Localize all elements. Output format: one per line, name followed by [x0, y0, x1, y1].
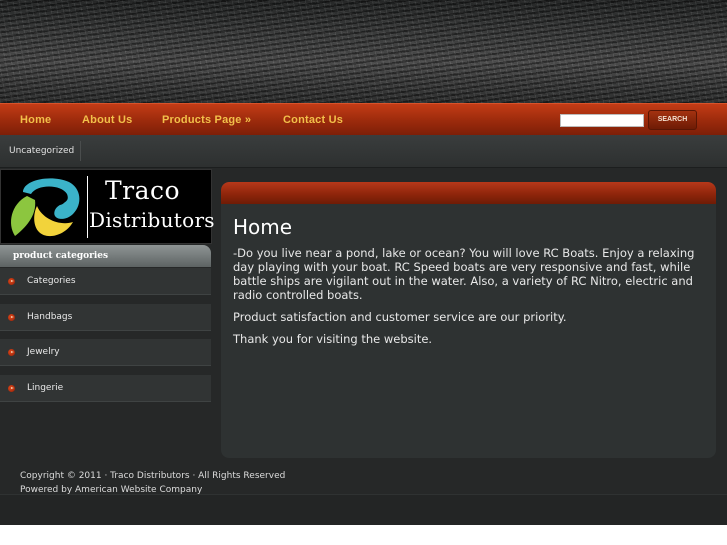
content-paragraph: -Do you live near a pond, lake or ocean?…	[233, 246, 695, 302]
nav-contact-link[interactable]: Contact Us	[283, 104, 343, 136]
nav-about-link[interactable]: About Us	[82, 104, 132, 136]
sidebar-item-categories[interactable]: Categories	[0, 268, 211, 295]
arrow-bullet-icon	[8, 278, 15, 285]
content-body: -Do you live near a pond, lake or ocean?…	[233, 246, 705, 354]
sidebar-heading: product categories	[0, 245, 211, 267]
footer: Copyright © 2011 · Traco Distributors · …	[20, 469, 285, 497]
logo-subtitle: Distributors	[89, 208, 215, 232]
logo-divider	[87, 176, 88, 238]
sidebar-item-label: Lingerie	[27, 382, 64, 393]
arrow-bullet-icon	[8, 313, 15, 321]
site-logo[interactable]: Traco Distributors	[0, 169, 215, 244]
page-title: Home	[233, 215, 293, 239]
sidebar-item-label: Categories	[27, 276, 76, 286]
nav-products-link[interactable]: Products Page »	[162, 104, 251, 136]
content-panel: Home -Do you live near a pond, lake or o…	[221, 182, 716, 458]
sidebar-item-jewelry[interactable]: Jewelry	[0, 339, 211, 366]
sidebar-item-handbags[interactable]: Handbags	[0, 303, 211, 331]
arrow-bullet-icon	[8, 384, 15, 392]
nav-home-link[interactable]: Home	[20, 104, 51, 136]
sidebar-category-list: Categories Handbags Jewelry Lingerie	[0, 268, 211, 410]
content-paragraph: Product satisfaction and customer servic…	[233, 310, 567, 324]
sidebar-item-label: Jewelry	[27, 347, 60, 357]
content-paragraph: Thank you for visiting the website.	[233, 332, 433, 346]
leaf-logo-icon	[11, 178, 80, 237]
main-nav: Home About Us Products Page » Contact Us…	[0, 103, 727, 135]
logo-title: Traco	[105, 176, 181, 205]
content-header-bar	[221, 182, 716, 204]
subnav-uncategorized-link[interactable]: Uncategorized	[0, 141, 82, 161]
sidebar-item-lingerie[interactable]: Lingerie	[0, 374, 211, 402]
arrow-bullet-icon	[8, 349, 15, 356]
sub-nav: Uncategorized	[0, 135, 727, 168]
sidebar-item-label: Handbags	[27, 311, 73, 322]
page: Home About Us Products Page » Contact Us…	[0, 0, 727, 525]
header-banner	[0, 0, 727, 103]
search-input[interactable]	[560, 114, 644, 127]
search-button[interactable]: SEARCH	[648, 110, 697, 130]
footer-copyright: Copyright © 2011 · Traco Distributors · …	[20, 471, 286, 481]
footer-bottom-band	[0, 494, 727, 525]
